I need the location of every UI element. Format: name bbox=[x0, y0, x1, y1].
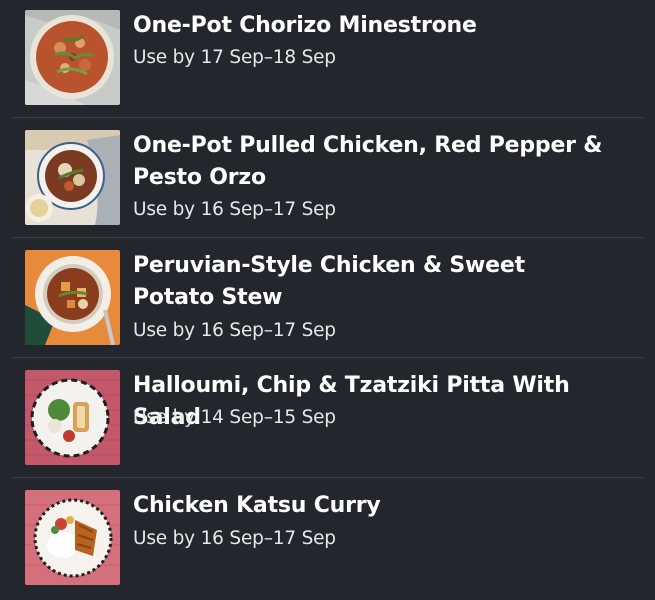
halloumi-pitta-photo-icon bbox=[25, 370, 120, 465]
recipe-title: One-Pot Chorizo Minestrone bbox=[133, 13, 477, 38]
chorizo-minestrone-photo-icon bbox=[25, 10, 120, 105]
recipe-title: Peruvian-Style Chicken & Sweet Potato St… bbox=[133, 253, 525, 310]
recipe-item[interactable]: One-Pot Chorizo Minestrone Use by 17 Sep… bbox=[0, 0, 655, 118]
recipe-list: One-Pot Chorizo Minestrone Use by 17 Sep… bbox=[0, 0, 655, 600]
pulled-chicken-orzo-photo-icon bbox=[25, 130, 120, 225]
recipe-item[interactable]: Halloumi, Chip & Tzatziki Pitta With Sal… bbox=[0, 358, 655, 478]
use-by-date: Use by 17 Sep–18 Sep bbox=[133, 47, 336, 68]
recipe-item[interactable]: One-Pot Pulled Chicken, Red Pepper & Pes… bbox=[0, 118, 655, 238]
recipe-thumbnail[interactable] bbox=[25, 130, 120, 225]
recipe-thumbnail[interactable] bbox=[25, 10, 120, 105]
recipe-title: Chicken Katsu Curry bbox=[133, 493, 381, 518]
recipe-thumbnail[interactable] bbox=[25, 490, 120, 585]
use-by-date: Use by 16 Sep–17 Sep bbox=[133, 320, 336, 341]
recipe-item[interactable]: Peruvian-Style Chicken & Sweet Potato St… bbox=[0, 238, 655, 358]
recipe-thumbnail[interactable] bbox=[25, 250, 120, 345]
recipe-item[interactable]: Chicken Katsu Curry Use by 16 Sep–17 Sep bbox=[0, 478, 655, 600]
use-by-date: Use by 16 Sep–17 Sep bbox=[133, 199, 336, 220]
use-by-date: Use by 14 Sep–15 Sep bbox=[133, 407, 336, 428]
katsu-curry-photo-icon bbox=[25, 490, 120, 585]
peruvian-stew-photo-icon bbox=[25, 250, 120, 345]
recipe-thumbnail[interactable] bbox=[25, 370, 120, 465]
recipe-title: One-Pot Pulled Chicken, Red Pepper & Pes… bbox=[133, 133, 603, 190]
use-by-date: Use by 16 Sep–17 Sep bbox=[133, 528, 336, 549]
